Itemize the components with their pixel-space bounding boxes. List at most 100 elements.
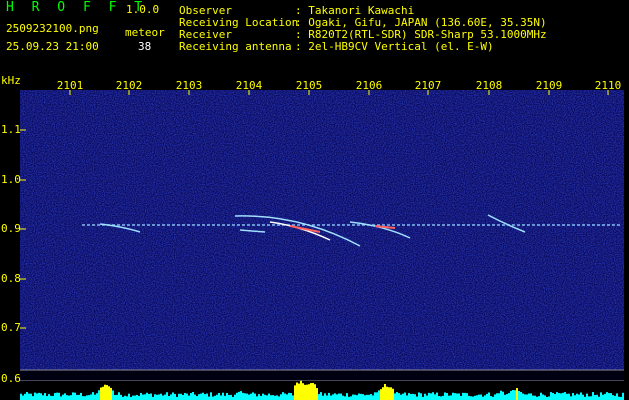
histogram-bar [424, 393, 426, 400]
x-tick-label: 2107 [414, 79, 442, 92]
histogram-bar [522, 393, 524, 400]
histogram-bar [504, 394, 506, 400]
histogram-bar [526, 394, 528, 400]
histogram-bar [350, 396, 352, 400]
histogram-bar [396, 392, 398, 400]
histogram-bar [456, 393, 458, 400]
histogram-bar [78, 394, 80, 400]
histogram-bar [372, 395, 374, 400]
histogram-bar [574, 395, 576, 400]
histogram-bar [380, 389, 382, 400]
histogram-bar [614, 395, 616, 400]
histogram-bar [560, 393, 562, 400]
histogram-bar [128, 393, 130, 400]
histogram-bar [344, 396, 346, 400]
histogram-bar [444, 392, 446, 400]
histogram-bar [554, 394, 556, 400]
histogram-bar [108, 386, 110, 400]
histogram-bar [202, 392, 204, 400]
histogram-bar [480, 394, 482, 400]
histogram-bar [86, 395, 88, 400]
histogram-bar [458, 393, 460, 400]
histogram-bar [222, 392, 224, 400]
histogram-bar [474, 395, 476, 400]
histogram-bar [516, 388, 518, 400]
histogram-bar [236, 392, 238, 400]
histogram-bar [274, 395, 276, 400]
histogram-bar [234, 394, 236, 400]
histogram-bar [132, 395, 134, 400]
histogram-bar [62, 394, 64, 400]
histogram-bar [100, 387, 102, 400]
histogram-bar [70, 395, 72, 400]
histogram-bar [578, 394, 580, 400]
histogram-bar [134, 395, 136, 400]
histogram-bar [410, 394, 412, 400]
histogram-bar [302, 383, 304, 400]
histogram-bar [50, 395, 52, 400]
histogram-bar [606, 392, 608, 400]
histogram-bar [204, 394, 206, 400]
histogram-bar [142, 394, 144, 400]
histogram-bar [68, 395, 70, 400]
histogram-bar [262, 393, 264, 400]
histogram-bar [206, 393, 208, 400]
histogram-bar [224, 395, 226, 400]
histogram-bar [532, 395, 534, 400]
histogram-bar [82, 396, 84, 400]
histogram-bar [278, 396, 280, 400]
y-tick-label: 0.7 [1, 321, 21, 334]
histogram-bar [562, 392, 564, 400]
histogram-bar [116, 394, 118, 400]
histogram-bar [66, 395, 68, 400]
histogram-bar [210, 392, 212, 400]
x-tick-label: 2105 [295, 79, 323, 92]
histogram-bar [164, 394, 166, 400]
histogram-bar [314, 384, 316, 400]
histogram-bar [282, 392, 284, 400]
histogram-bar [464, 392, 466, 400]
histogram-bar [466, 393, 468, 400]
histogram-bar [186, 393, 188, 400]
histogram-bar [300, 380, 302, 400]
histogram-bar [426, 395, 428, 400]
histogram-bar [484, 395, 486, 400]
x-tick-label: 2102 [115, 79, 143, 92]
histogram-bar [248, 394, 250, 400]
histogram-bar [26, 392, 28, 400]
histogram-bar [330, 395, 332, 400]
histogram-bar [98, 390, 100, 400]
histogram-bar [462, 392, 464, 400]
histogram-bar [362, 394, 364, 400]
histogram-bar [478, 394, 480, 400]
histogram-bar [384, 383, 386, 400]
histogram-bar [542, 394, 544, 400]
y-axis-unit: kHz [1, 74, 21, 87]
histogram-bar [394, 393, 396, 400]
histogram-bar [88, 395, 90, 400]
histogram-bar [382, 387, 384, 400]
histogram-bar [148, 393, 150, 400]
histogram-bar [360, 393, 362, 400]
histogram-bar [448, 395, 450, 400]
histogram-bar [524, 394, 526, 400]
histogram-bar [114, 394, 116, 400]
histogram-bar [358, 393, 360, 400]
histogram-bar [540, 392, 542, 400]
histogram-bar [144, 394, 146, 400]
spectrogram-svg [20, 90, 624, 400]
histogram-bar [324, 393, 326, 400]
histogram-bar [180, 393, 182, 400]
histogram-bar [94, 394, 96, 400]
histogram-bar [276, 395, 278, 400]
histogram-bar [36, 393, 38, 400]
histogram-bar [558, 393, 560, 400]
histogram-bar [246, 393, 248, 400]
histogram-bar [318, 394, 320, 400]
histogram-bar [506, 394, 508, 400]
histogram-bar [340, 393, 342, 400]
y-tick-label: 1.1 [1, 123, 21, 136]
histogram-bar [150, 393, 152, 400]
histogram-bar [192, 392, 194, 400]
histogram-bar [414, 394, 416, 400]
